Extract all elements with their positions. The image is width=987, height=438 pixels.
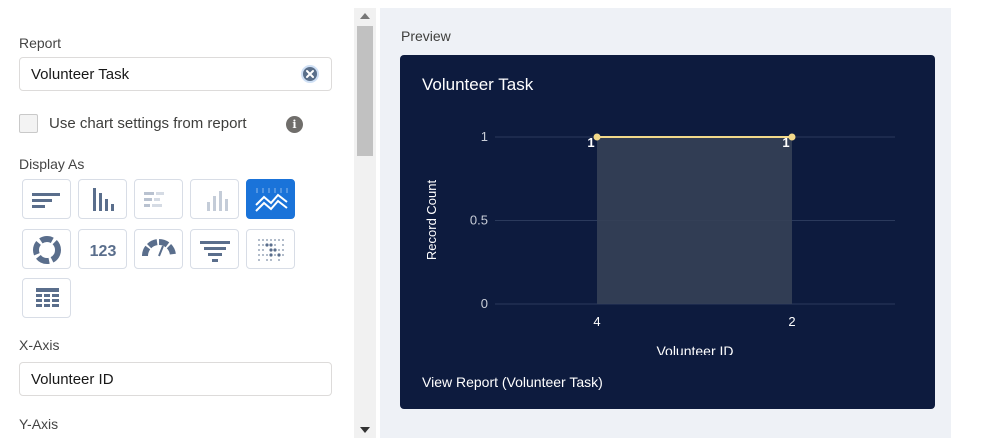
report-label: Report [19, 35, 62, 51]
horizontal-bar-button[interactable] [22, 179, 71, 219]
line-chart-button[interactable] [246, 179, 295, 219]
funnel-icon [200, 241, 230, 262]
stacked-vertical-bar-button[interactable] [190, 179, 239, 219]
x-axis-label: X-Axis [19, 337, 60, 353]
y-tick-label: 0 [481, 296, 488, 311]
preview-panel: Preview Volunteer Task 0 0.5 1 1 4 1 2 Voluntee… [380, 8, 951, 438]
donut-icon [33, 236, 61, 264]
vertical-bar-button[interactable] [78, 179, 127, 219]
funnel-button[interactable] [190, 229, 239, 269]
scatter-icon [258, 239, 284, 261]
y-axis-title: Record Count [424, 180, 439, 261]
stacked-horizontal-bar-button[interactable] [134, 179, 183, 219]
preview-label: Preview [401, 28, 451, 44]
x-axis-title: Volunteer ID [656, 343, 733, 355]
metric-button[interactable]: 123 [78, 229, 127, 269]
vertical-bar-icon [93, 188, 114, 211]
metric-icon: 123 [90, 243, 117, 260]
stacked-horizontal-bar-icon [144, 192, 164, 207]
gauge-icon [142, 239, 176, 257]
use-chart-settings-label: Use chart settings from report [49, 115, 247, 132]
scroll-thumb[interactable] [357, 26, 373, 156]
scatter-button[interactable] [246, 229, 295, 269]
y-tick-label: 0.5 [470, 213, 488, 228]
clear-icon[interactable] [301, 65, 319, 83]
line-chart-icon [255, 188, 288, 212]
chart-settings-panel: Report Volunteer Task Use chart settings… [0, 0, 354, 438]
svg-text:123: 123 [90, 243, 117, 260]
x-tick-label: 4 [593, 314, 600, 329]
x-axis-field[interactable]: Volunteer ID [19, 362, 332, 396]
report-lookup-field[interactable]: Volunteer Task [19, 57, 332, 91]
report-value: Volunteer Task [31, 66, 130, 83]
gauge-button[interactable] [134, 229, 183, 269]
scroll-down-arrow-icon[interactable] [360, 427, 370, 433]
table-icon [36, 288, 59, 307]
table-button[interactable] [22, 278, 71, 318]
series-area [597, 137, 792, 304]
info-icon[interactable]: i [286, 116, 303, 133]
view-report-link[interactable]: View Report (Volunteer Task) [422, 374, 603, 390]
use-chart-settings-checkbox[interactable] [19, 114, 38, 133]
line-chart: 0 0.5 1 1 4 1 2 Volunteer ID Record Count [424, 129, 895, 355]
scroll-up-arrow-icon[interactable] [360, 13, 370, 19]
data-label: 1 [782, 135, 789, 150]
y-axis-label: Y-Axis [19, 416, 59, 432]
donut-button[interactable] [22, 229, 71, 269]
panel-scrollbar[interactable] [354, 8, 376, 438]
stacked-vertical-bar-icon [207, 191, 228, 211]
y-tick-label: 1 [481, 129, 488, 144]
x-tick-label: 2 [788, 314, 795, 329]
display-as-label: Display As [19, 156, 85, 172]
data-label: 1 [587, 135, 594, 150]
x-axis-value: Volunteer ID [31, 371, 114, 388]
horizontal-bar-icon [32, 193, 60, 208]
chart-card: Volunteer Task 0 0.5 1 1 4 1 2 Volunteer ID Reco… [400, 55, 935, 409]
